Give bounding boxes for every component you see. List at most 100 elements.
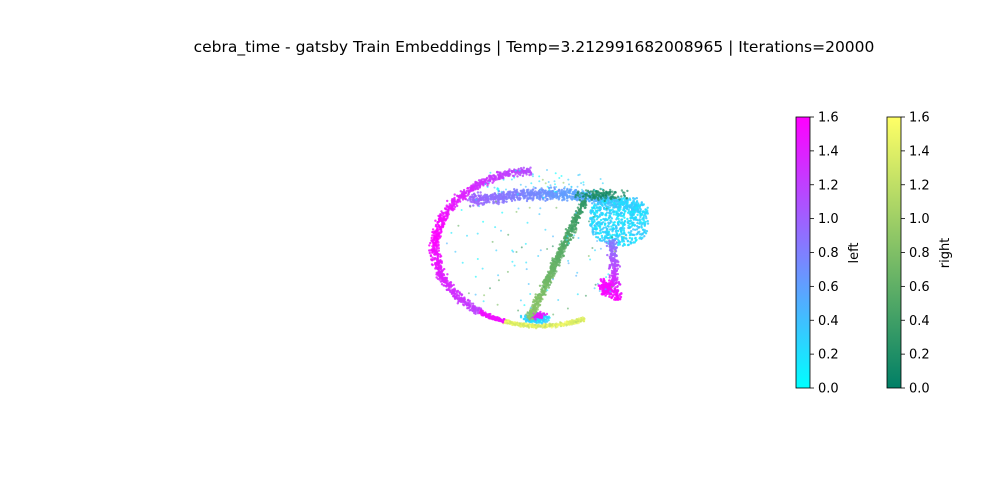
scatter-point	[539, 325, 542, 328]
scatter-point	[605, 231, 608, 234]
scatter-point	[488, 179, 491, 182]
scatter-point	[577, 237, 580, 239]
scatter-point	[495, 200, 497, 203]
scatter-point	[445, 242, 448, 245]
scatter-point	[520, 192, 523, 195]
scatter-point	[627, 224, 630, 227]
scatter-point	[617, 263, 620, 267]
scatter-point	[603, 218, 606, 221]
scatter-point	[506, 270, 509, 273]
scatter-point	[561, 322, 564, 325]
colorbar-tick-label: 1.2	[909, 178, 930, 193]
scatter-point	[438, 214, 442, 218]
scatter-point	[448, 203, 451, 206]
chart-title: cebra_time - gatsby Train Embeddings | T…	[194, 38, 875, 57]
scatter-point	[479, 202, 482, 205]
scatter-point	[544, 325, 547, 328]
scatter-point	[522, 195, 525, 198]
scatter-point	[632, 203, 636, 206]
scatter-point	[632, 228, 635, 231]
scatter-point	[612, 201, 616, 205]
scatter-point	[432, 249, 436, 252]
colorbar-tick-label: 0.2	[818, 348, 839, 363]
scatter-point	[442, 280, 445, 283]
scatter-point	[642, 214, 645, 218]
scatter-point	[560, 240, 563, 243]
scatter-point	[542, 312, 546, 315]
scatter-point	[577, 321, 580, 325]
scatter-point	[645, 217, 648, 220]
scatter-point	[515, 210, 518, 213]
colorbar-tick-label: 0.4	[909, 314, 930, 329]
scatter-point	[447, 284, 451, 287]
scatter-point	[613, 250, 616, 253]
scatter-point	[495, 249, 498, 252]
scatter-point	[507, 173, 510, 176]
scatter-point	[554, 172, 557, 175]
scatter-point	[604, 197, 607, 200]
scatter-point	[479, 311, 482, 314]
scatter-point	[597, 224, 600, 227]
scatter-point	[616, 206, 619, 209]
scatter-point	[453, 205, 457, 209]
scatter-point	[532, 195, 535, 198]
scatter-point	[524, 185, 527, 188]
scatter-point	[612, 192, 616, 195]
scatter-point	[576, 293, 579, 296]
scatter-point	[581, 190, 584, 193]
scatter-point	[436, 222, 439, 226]
scatter-point	[482, 183, 485, 186]
scatter-point	[592, 200, 596, 203]
scatter-point	[620, 231, 623, 234]
scatter-point	[557, 299, 560, 301]
scatter-point	[616, 221, 620, 224]
scatter-point	[479, 180, 482, 183]
scatter-point	[611, 236, 613, 239]
scatter-point	[597, 202, 600, 206]
scatter-point	[472, 204, 475, 207]
colorbar-right-ticks: 0.00.20.40.60.81.01.21.41.6	[901, 111, 930, 397]
scatter-point	[472, 187, 475, 190]
scatter-point	[491, 240, 494, 243]
scatter-point	[504, 173, 507, 177]
scatter-point	[476, 232, 479, 235]
scatter-point	[608, 265, 611, 268]
scatter-point	[610, 255, 613, 259]
scatter-point	[525, 190, 529, 194]
colorbar-tick-label: 0.6	[818, 280, 839, 295]
scatter-point	[443, 284, 446, 287]
scatter-point	[612, 257, 616, 260]
scatter-point	[547, 271, 550, 274]
scatter-point	[616, 285, 619, 289]
scatter-point	[591, 247, 594, 249]
scatter-point	[606, 236, 609, 240]
scatter-point	[612, 227, 615, 230]
scatter-point	[518, 169, 521, 172]
scatter-point	[507, 170, 510, 174]
scatter-point	[525, 173, 528, 176]
scatter-point	[503, 170, 507, 173]
scatter-point	[567, 262, 570, 265]
scatter-point	[497, 274, 500, 277]
scatter-point	[531, 199, 534, 202]
scatter-point	[618, 204, 621, 207]
scatter-point	[610, 288, 613, 291]
scatter-point	[430, 239, 433, 242]
scatter-point	[613, 278, 616, 281]
colorbar-tick-label: 1.0	[909, 212, 930, 227]
scatter-point	[482, 198, 485, 202]
scatter-point	[606, 199, 609, 202]
scatter-point	[591, 226, 594, 229]
scatter-point	[552, 271, 555, 274]
scatter-point	[441, 225, 445, 228]
scatter-point	[629, 210, 633, 214]
scatter-point	[509, 198, 513, 201]
scatter-point	[563, 240, 566, 243]
scatter-point	[608, 295, 611, 298]
scatter-point	[590, 210, 593, 213]
scatter-point	[615, 241, 618, 244]
scatter-point	[502, 178, 505, 181]
scatter-point	[613, 221, 616, 224]
scatter-point	[481, 267, 484, 270]
scatter-point	[616, 238, 620, 241]
